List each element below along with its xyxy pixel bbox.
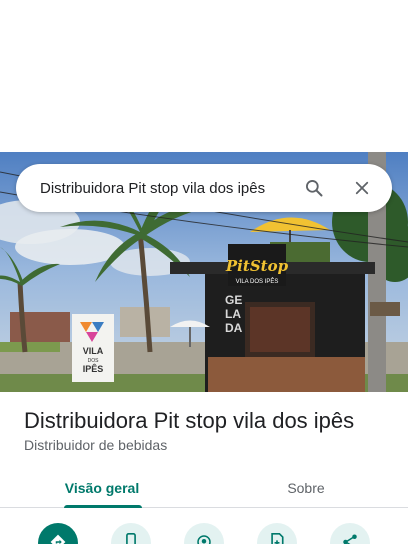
directions-icon: [49, 533, 67, 544]
tab-overview[interactable]: Visão geral: [0, 468, 204, 508]
search-icon[interactable]: [296, 170, 332, 206]
gelada-line1: GE: [225, 293, 242, 307]
place-title: Distribuidora Pit stop vila dos ipês: [24, 408, 355, 433]
call-button[interactable]: [111, 523, 151, 544]
nearby-button[interactable]: [184, 523, 224, 544]
action-row: [0, 520, 408, 544]
pitstop-sub-text: VILA DOS IPÊS: [236, 277, 279, 285]
vila-sign-line1: VILA: [83, 346, 104, 356]
save-button[interactable]: [257, 523, 297, 544]
share-button[interactable]: [330, 523, 370, 544]
close-icon[interactable]: [344, 170, 380, 206]
map-blank-area: [0, 0, 408, 152]
tab-about[interactable]: Sobre: [204, 468, 408, 508]
search-input[interactable]: Distribuidora Pit stop vila dos ipês: [40, 180, 296, 197]
gelada-line2: LA: [225, 307, 241, 321]
vila-sign-line3: IPÊS: [83, 363, 104, 374]
directions-button[interactable]: [38, 523, 78, 544]
search-bar[interactable]: Distribuidora Pit stop vila dos ipês: [16, 164, 392, 212]
location-icon: [195, 533, 213, 544]
phone-icon: [124, 533, 138, 544]
place-category[interactable]: Distribuidor de bebidas: [24, 437, 167, 453]
pitstop-logo-text: PitStop: [225, 257, 289, 275]
save-icon: [269, 533, 285, 544]
active-tab-indicator: [64, 505, 142, 508]
gelada-line3: DA: [225, 321, 243, 335]
place-tabs: Visão geral Sobre: [0, 468, 408, 508]
share-icon: [341, 533, 359, 544]
